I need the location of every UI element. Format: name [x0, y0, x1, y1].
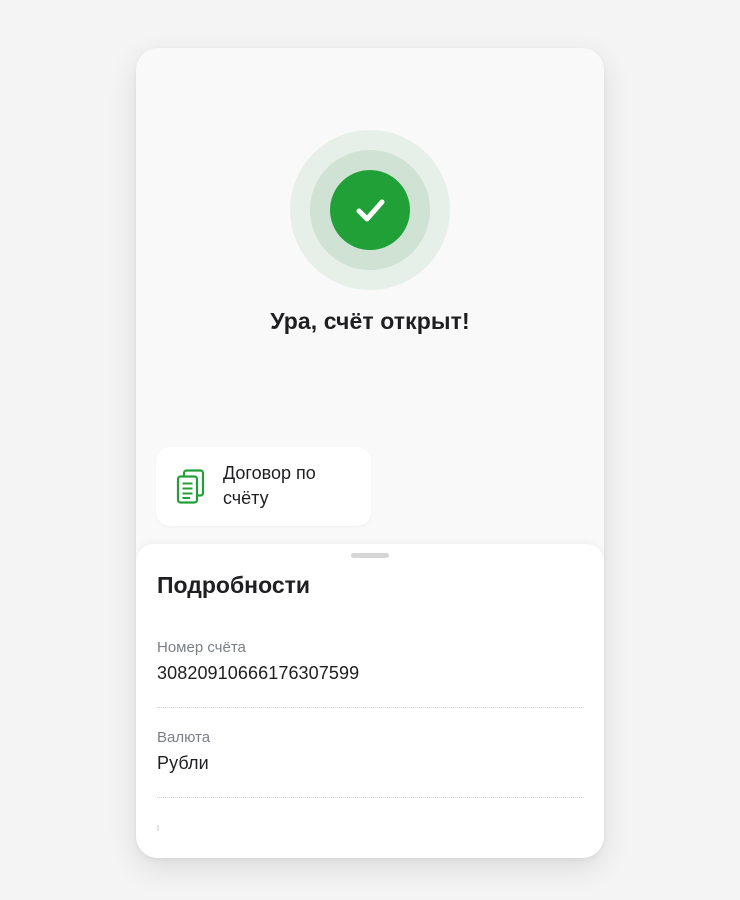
contract-button[interactable]: Договор по счёту [156, 447, 371, 526]
currency-value: Рубли [157, 753, 209, 773]
sheet-drag-handle[interactable] [351, 553, 389, 558]
details-sheet: Подробности Номер счёта 3082091066617630… [136, 544, 604, 858]
success-badge [330, 170, 410, 250]
details-divider [157, 797, 584, 798]
details-title: Подробности [157, 572, 311, 598]
contract-button-label: Договор по счёту [223, 463, 316, 508]
currency-label: Валюта [157, 729, 211, 746]
details-divider [157, 707, 584, 708]
check-icon [356, 199, 385, 222]
success-indicator [290, 130, 450, 290]
document-stack-icon [176, 469, 205, 504]
next-item-stub [157, 825, 159, 831]
app-screen: Ура, счёт открыт! Договор по счёту Подро… [136, 48, 604, 858]
account-number-value: 30820910666176307599 [157, 663, 360, 683]
success-title: Ура, счёт открыт! [270, 308, 470, 334]
account-number-label: Номер счёта [157, 639, 246, 656]
